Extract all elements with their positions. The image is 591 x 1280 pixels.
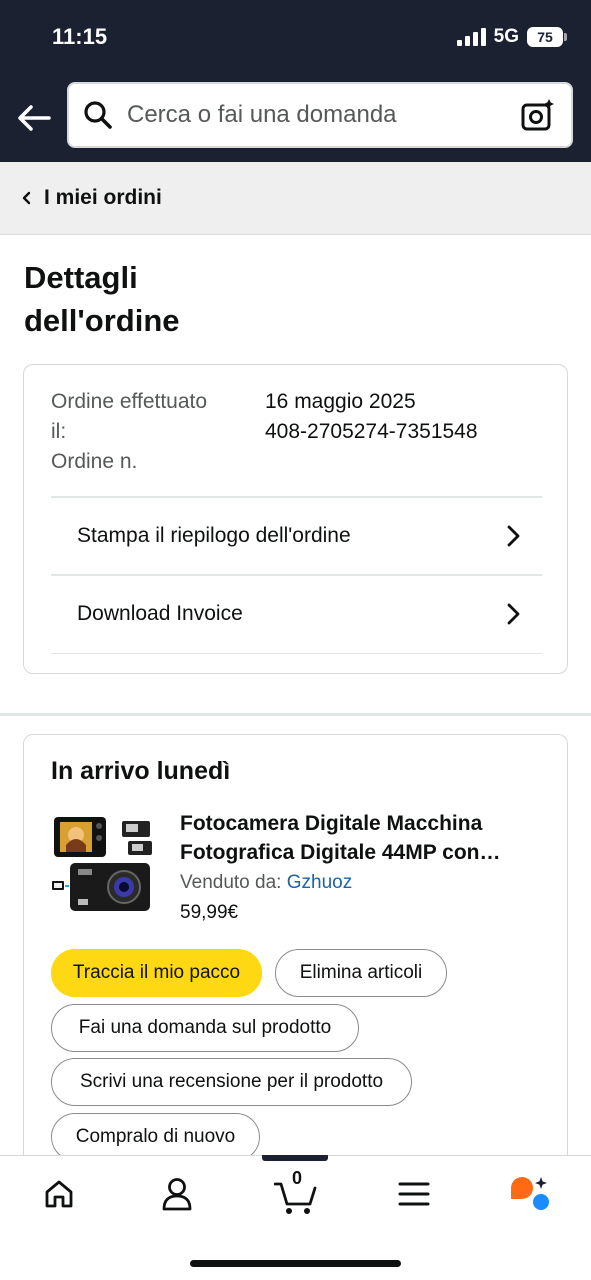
track-package-button[interactable]: Traccia il mio pacco — [51, 949, 262, 997]
order-meta-labels: Ordine effettuato il: Ordine n. — [51, 387, 241, 477]
camera-search-icon[interactable] — [521, 98, 555, 132]
ask-question-button[interactable]: Fai una domanda sul prodotto — [51, 1004, 359, 1052]
seller-label: Venduto da: — [180, 872, 282, 893]
chevron-left-icon — [22, 191, 31, 205]
cart-count: 0 — [291, 1168, 302, 1188]
page-title-line1: Dettagli — [24, 260, 138, 295]
network-type: 5G — [493, 26, 519, 47]
active-tab-indicator — [262, 1155, 328, 1161]
remove-items-button[interactable]: Elimina articoli — [275, 949, 447, 997]
order-number-label: Ordine n. — [51, 450, 138, 473]
breadcrumb-label: I miei ordini — [44, 186, 162, 209]
page-title: Dettagli dell'ordine — [24, 256, 324, 342]
order-number: 408-2705274-7351548 — [265, 420, 478, 443]
shipment-title: In arrivo lunedì — [51, 757, 231, 785]
product-price: 59,99€ — [180, 902, 239, 923]
nav-home[interactable] — [37, 1172, 81, 1216]
section-divider — [0, 713, 591, 716]
home-icon — [45, 1180, 73, 1208]
rufus-icon — [511, 1177, 549, 1210]
account-icon — [162, 1178, 192, 1211]
breadcrumb[interactable]: I miei ordini — [0, 162, 591, 235]
print-summary-link[interactable]: Stampa il riepilogo dell'ordine — [51, 496, 542, 574]
nav-cart[interactable]: 0 — [274, 1168, 318, 1216]
order-meta-values: 16 maggio 2025 408-2705274-7351548 — [265, 387, 478, 447]
search-icon — [84, 101, 112, 129]
order-placed-label: Ordine effettuato — [51, 390, 208, 413]
seller-info: Venduto da: Gzhuoz — [180, 872, 352, 894]
battery-level: 75 — [537, 29, 553, 45]
write-review-button[interactable]: Scrivi una recensione per il prodotto — [51, 1058, 412, 1106]
seller-link[interactable]: Gzhuoz — [287, 872, 352, 893]
page-title-line2: dell'ordine — [24, 303, 180, 338]
search-placeholder: Cerca o fai una domanda — [127, 101, 397, 128]
battery-icon: 75 — [527, 27, 567, 47]
back-arrow-icon[interactable] — [14, 98, 54, 138]
product-title[interactable]: Fotocamera Digitale Macchina Fotografica… — [180, 809, 550, 867]
order-placed-label-cont: il: — [51, 420, 67, 443]
download-invoice-link[interactable]: Download Invoice — [51, 574, 542, 652]
print-summary-label: Stampa il riepilogo dell'ordine — [77, 524, 351, 547]
divider — [51, 653, 542, 654]
home-indicator — [190, 1260, 401, 1267]
menu-icon — [398, 1182, 430, 1206]
nav-menu[interactable] — [392, 1172, 436, 1216]
order-date: 16 maggio 2025 — [265, 390, 416, 413]
nav-account[interactable] — [155, 1172, 199, 1216]
chevron-right-icon — [507, 525, 520, 547]
product-image[interactable] — [52, 811, 156, 915]
order-summary-card: Ordine effettuato il: Ordine n. 16 maggi… — [23, 364, 568, 674]
status-time: 11:15 — [52, 24, 108, 49]
nav-rufus[interactable] — [507, 1172, 551, 1216]
status-indicators: 5G 75 — [456, 26, 567, 48]
product-title-line1: Fotocamera Digitale Macchina — [180, 812, 483, 835]
download-invoice-label: Download Invoice — [77, 602, 243, 625]
buy-again-button[interactable]: Compralo di nuovo — [51, 1113, 260, 1161]
search-input[interactable]: Cerca o fai una domanda — [67, 82, 573, 148]
signal-icon — [456, 28, 486, 46]
chevron-right-icon — [507, 603, 520, 625]
product-title-line2: Fotografica Digitale 44MP con… — [180, 841, 501, 864]
